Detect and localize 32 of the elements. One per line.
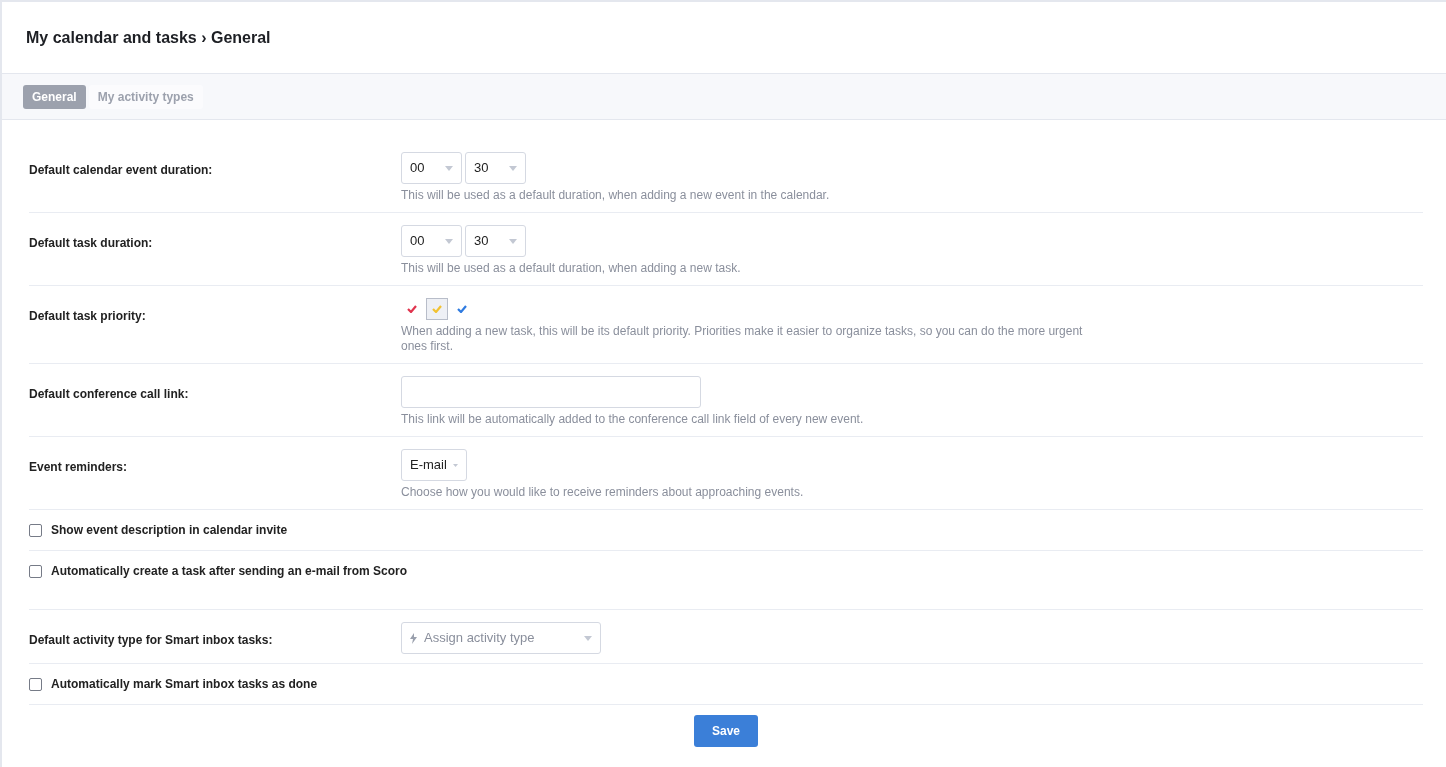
dropdown[interactable]: 00 (401, 152, 462, 184)
setting-label: Default calendar event duration: (29, 163, 213, 177)
checkbox[interactable] (29, 564, 42, 578)
caret-icon (445, 165, 453, 171)
lightning-icon (410, 632, 417, 644)
caret-icon (452, 462, 458, 468)
caret-icon (584, 635, 592, 641)
hint-text: This will be used as a default duration, when adding a new event in the calendar. (401, 188, 830, 203)
hint-text: This will be used as a default duration, when adding a new task. (401, 261, 741, 276)
setting-label: Default task duration: (29, 236, 153, 250)
checkbox-label: Show event description in calendar invite (51, 522, 288, 539)
setting-label: Default conference call link: (29, 387, 189, 401)
checkbox-label: Automatically mark Smart inbox tasks as done (51, 676, 318, 693)
dropdown[interactable]: E-mail (401, 449, 467, 481)
setting-label: Default task priority: (29, 309, 146, 323)
dropdown[interactable]: 00 (401, 225, 462, 257)
input-field[interactable] (401, 376, 701, 408)
caret-icon (509, 238, 517, 244)
hint-text: This link will be automatically added to the conference call link field of every new event. (401, 412, 864, 427)
hint-text: Choose how you would like to receive reminders about approaching events. (401, 485, 804, 500)
page-title: My calendar and tasks › General (26, 27, 271, 48)
dropdown[interactable]: 30 (465, 225, 526, 257)
save-button[interactable]: Save (694, 715, 758, 747)
setting-label: Default activity type for Smart inbox tasks: (29, 633, 273, 647)
caret-icon (445, 238, 453, 244)
setting-label: Event reminders: (29, 460, 128, 474)
caret-icon (509, 165, 517, 171)
dropdown[interactable]: 30 (465, 152, 526, 184)
hint-text: When adding a new task, this will be its default priority. Priorities make it easier to organize tasks, so you can do the more urgent ones first. (401, 324, 1084, 354)
checkbox-label: Automatically create a task after sending an e-mail from Scoro (51, 563, 408, 580)
checkbox[interactable] (29, 677, 42, 691)
checkbox[interactable] (29, 523, 42, 537)
